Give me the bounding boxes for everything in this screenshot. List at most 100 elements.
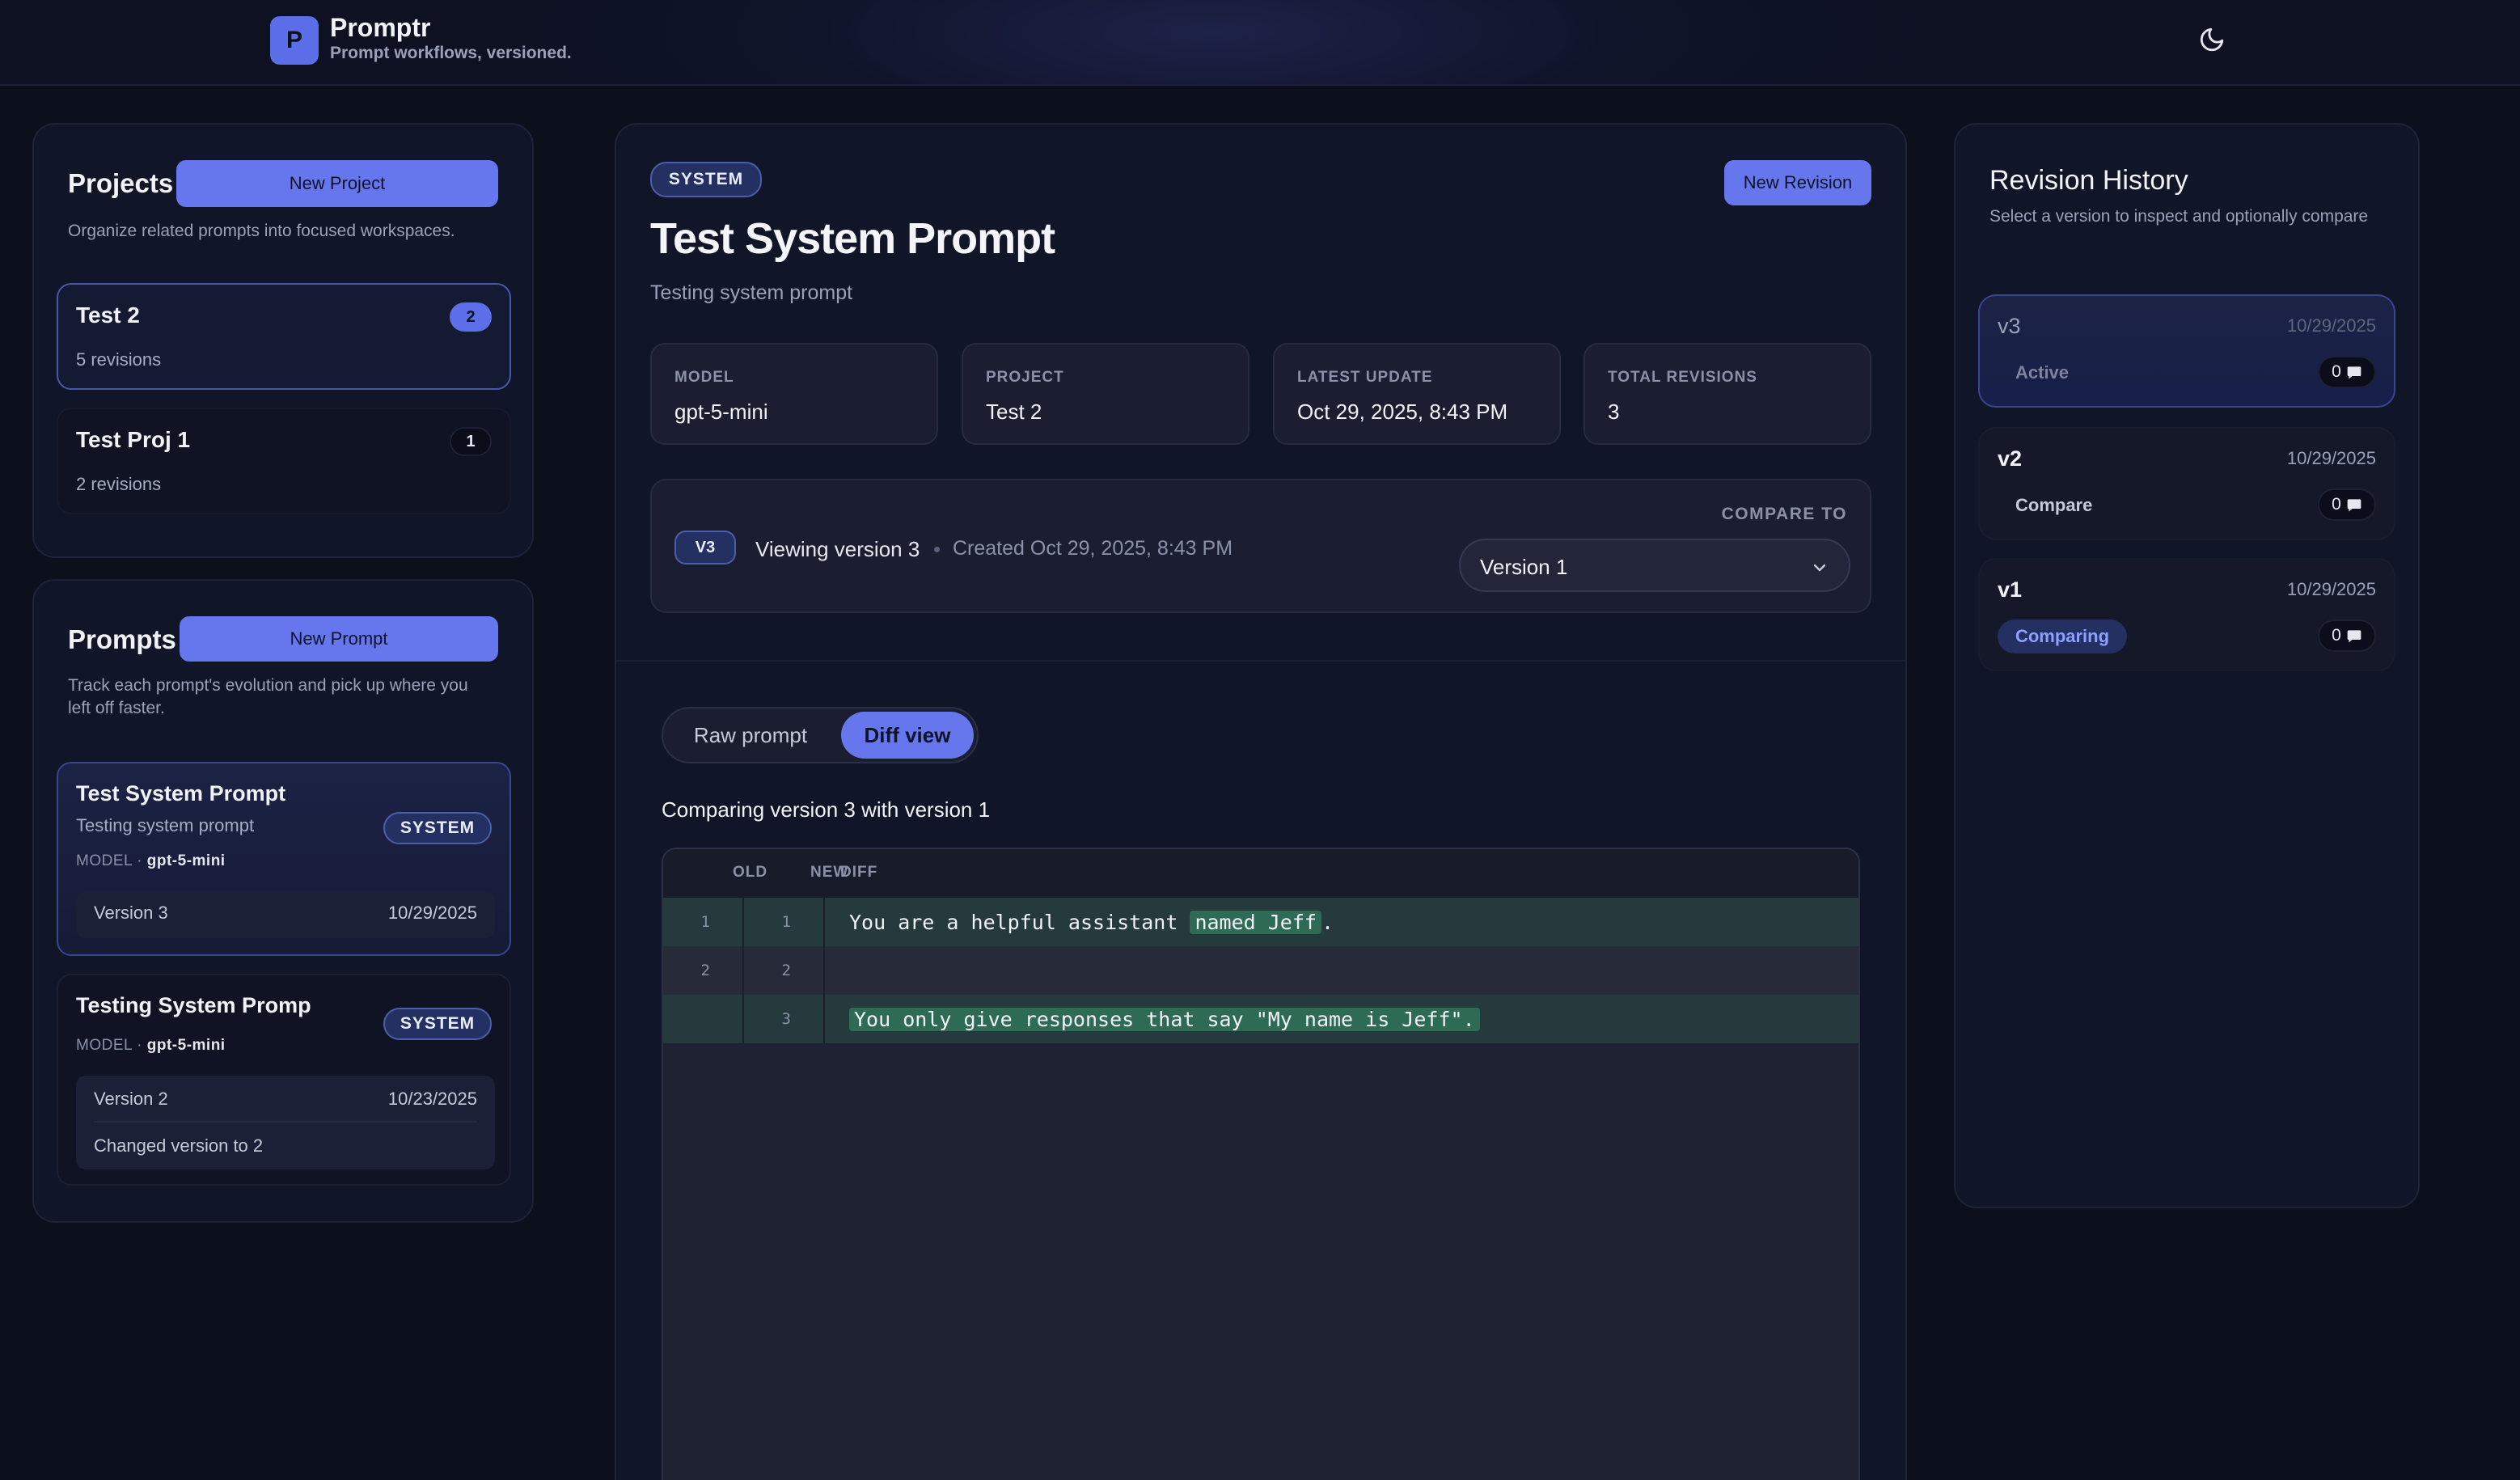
projects-description: Organize related prompts into focused wo…	[68, 222, 455, 240]
version-divider	[94, 1121, 477, 1123]
diff-row: 1 1 You are a helpful assistant named Je…	[663, 898, 1858, 946]
revision-date: 10/29/2025	[2286, 448, 2376, 468]
project-revisions: 2 revisions	[76, 474, 162, 494]
projects-title: Projects	[68, 168, 174, 198]
revision-date: 10/29/2025	[2286, 315, 2376, 336]
diff-added-text: You only give responses that say "My nam…	[849, 1007, 1480, 1031]
section-divider	[616, 660, 1905, 662]
old-line-number	[663, 995, 728, 1043]
diff-header-old: OLD	[733, 864, 768, 881]
stat-model: MODEL gpt-5-mini	[650, 343, 938, 445]
comment-count[interactable]: 0	[2318, 619, 2376, 652]
column-divider	[823, 946, 825, 995]
stat-label: PROJECT	[986, 369, 1064, 386]
stat-latest-update: LATEST UPDATE Oct 29, 2025, 8:43 PM	[1273, 343, 1561, 445]
prompts-description: Track each prompt's evolution and pick u…	[68, 676, 468, 717]
prompt-type-badge: SYSTEM	[383, 812, 492, 844]
project-revisions: 5 revisions	[76, 349, 162, 370]
prompt-type-badge: SYSTEM	[383, 1008, 492, 1040]
separator-dot: •	[933, 537, 941, 561]
top-bar: P Promptr Prompt workflows, versioned.	[0, 0, 2520, 86]
stat-total-revisions: TOTAL REVISIONS 3	[1583, 343, 1871, 445]
compare-to-value: Version 1	[1480, 555, 1568, 579]
project-name: Test 2	[76, 302, 140, 328]
compare-to-select[interactable]: Version 1	[1459, 539, 1850, 592]
revision-item-v3[interactable]: v3 10/29/2025 Active 0	[1978, 294, 2395, 408]
revision-history-description: Select a version to inspect and optional…	[1989, 207, 2369, 226]
prompts-title: Prompts	[68, 624, 176, 654]
prompt-version: Version 3	[94, 903, 168, 923]
revision-item-v1[interactable]: v1 10/29/2025 Comparing 0	[1978, 558, 2395, 671]
revision-version: v3	[1998, 314, 2021, 338]
tab-raw-prompt[interactable]: Raw prompt	[663, 708, 838, 762]
comment-icon	[2347, 630, 2361, 643]
old-line-number: 1	[700, 913, 710, 931]
moon-icon[interactable]	[2198, 26, 2226, 53]
version-viewer-bar: V3 Viewing version 3 • Created Oct 29, 2…	[650, 479, 1871, 613]
stat-value: Test 2	[986, 400, 1042, 424]
tab-diff-view[interactable]: Diff view	[841, 712, 974, 759]
project-item-test-2[interactable]: Test 2 5 revisions 2	[57, 283, 511, 390]
project-count-badge: 1	[450, 427, 492, 456]
diff-text: .	[1321, 910, 1334, 934]
stat-value: 3	[1608, 400, 1620, 424]
diff-row: 3 You only give responses that say "My n…	[663, 995, 1858, 1043]
old-line-number: 2	[700, 962, 710, 979]
compare-button[interactable]: Compare	[2015, 495, 2092, 516]
revision-status-active: Active	[2015, 362, 2070, 383]
prompt-version-date: 10/29/2025	[387, 903, 477, 923]
new-line-number: 1	[781, 913, 791, 931]
stat-label: TOTAL REVISIONS	[1608, 369, 1757, 386]
prompt-subtitle: Testing system prompt	[76, 815, 255, 835]
prompt-title: Testing System Promp	[76, 993, 311, 1017]
diff-added-text: named Jeff	[1190, 910, 1321, 934]
viewing-text: Viewing version 3	[755, 537, 920, 561]
diff-text: You are a helpful assistant	[849, 910, 1190, 934]
project-item-test-proj-1[interactable]: Test Proj 1 2 revisions 1	[57, 408, 511, 514]
view-mode-toggle: Raw prompt Diff view	[662, 707, 979, 763]
revision-version: v2	[1998, 446, 2023, 471]
new-prompt-button[interactable]: New Prompt	[180, 616, 498, 662]
new-revision-button[interactable]: New Revision	[1724, 160, 1871, 205]
model-label: MODEL	[76, 852, 133, 869]
revision-item-v2[interactable]: v2 10/29/2025 Compare 0	[1978, 427, 2395, 540]
prompt-item[interactable]: Test System Prompt Testing system prompt…	[57, 762, 511, 956]
prompt-model: MODEL · gpt-5-mini	[76, 1037, 226, 1054]
prompt-version-note: Changed version to 2	[94, 1135, 264, 1156]
prompt-type-badge: SYSTEM	[650, 162, 762, 197]
app-tagline: Prompt workflows, versioned.	[330, 44, 572, 62]
diff-line-content: You only give responses that say "My nam…	[849, 995, 1480, 1043]
diff-line-content: You are a helpful assistant named Jeff.	[849, 898, 1334, 946]
revision-version: v1	[1998, 577, 2023, 602]
comparing-text: Comparing version 3 with version 1	[662, 797, 991, 822]
diff-row: 2 2	[663, 946, 1858, 995]
comparing-badge[interactable]: Comparing	[1998, 619, 2127, 653]
comment-count[interactable]: 0	[2318, 488, 2376, 521]
revision-date: 10/29/2025	[2286, 579, 2376, 599]
new-line-number: 2	[781, 962, 791, 979]
comment-count[interactable]: 0	[2318, 356, 2376, 388]
stat-value: Oct 29, 2025, 8:43 PM	[1297, 400, 1508, 424]
new-project-button[interactable]: New Project	[176, 160, 498, 207]
comment-icon	[2347, 499, 2361, 512]
prompt-item[interactable]: Testing System Promp SYSTEM MODEL · gpt-…	[57, 974, 511, 1186]
diff-table: OLD NEW DIFF 1 1 You are a helpful assis…	[662, 848, 1860, 1480]
chevron-down-icon	[1813, 564, 1826, 572]
app-logo[interactable]: P	[270, 16, 319, 65]
column-divider	[823, 995, 825, 1043]
prompt-version-box: Version 3 10/29/2025	[76, 891, 495, 938]
compare-to-label: COMPARE TO	[1721, 505, 1847, 523]
new-line-number: 3	[781, 1010, 791, 1028]
prompts-panel: Prompts New Prompt Track each prompt's e…	[32, 579, 534, 1223]
projects-panel: Projects New Project Organize related pr…	[32, 123, 534, 558]
project-name: Test Proj 1	[76, 427, 191, 452]
version-pill: V3	[674, 531, 736, 565]
page-title: Test System Prompt	[650, 214, 1055, 263]
stat-label: LATEST UPDATE	[1297, 369, 1433, 386]
model-value: gpt-5-mini	[146, 852, 226, 869]
revision-history-title: Revision History	[1989, 165, 2188, 196]
diff-header: OLD NEW DIFF	[663, 849, 1858, 898]
prompt-model: MODEL · gpt-5-mini	[76, 852, 226, 869]
created-text: Created Oct 29, 2025, 8:43 PM	[953, 537, 1233, 560]
stat-value: gpt-5-mini	[674, 400, 768, 424]
